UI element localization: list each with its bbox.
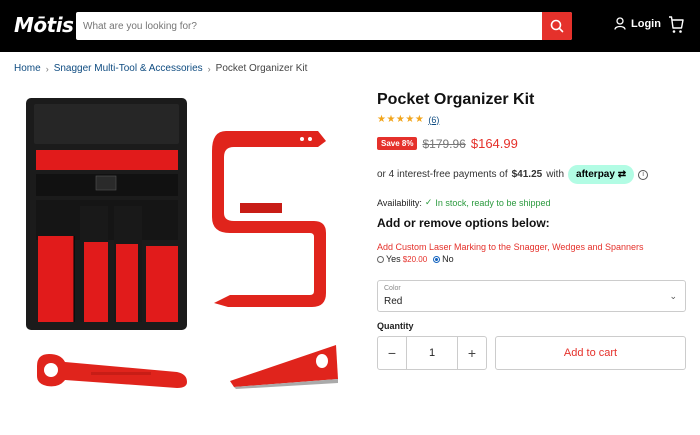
afterpay-logo[interactable]: afterpay ⇄	[568, 165, 635, 184]
quantity-increase-button[interactable]: +	[458, 337, 486, 369]
afterpay-brand: afterpay	[576, 169, 615, 180]
site-header: Mōtis Login	[0, 0, 700, 52]
quantity-decrease-button[interactable]: −	[378, 337, 406, 369]
availability: Availability: ✓ In stock, ready to be sh…	[377, 197, 550, 208]
user-icon	[614, 17, 626, 30]
breadcrumb-category[interactable]: Snagger Multi-Tool & Accessories	[54, 63, 203, 74]
afterpay-installments: or 4 interest-free payments of $41.25 wi…	[377, 165, 649, 184]
radio-no-label: No	[442, 254, 454, 264]
info-icon[interactable]: i	[638, 169, 649, 180]
availability-label: Availability:	[377, 197, 422, 208]
quantity-label: Quantity	[377, 321, 414, 331]
color-select-label: Color	[384, 285, 401, 292]
star-rating-icon: ★★★★★	[377, 114, 425, 125]
breadcrumb: Home › Snagger Multi-Tool & Accessories …	[14, 63, 307, 74]
door-wedge-image[interactable]	[226, 341, 340, 391]
organizer-bag-image[interactable]	[24, 96, 189, 332]
search-icon	[550, 19, 564, 33]
color-select[interactable]: Color Red ⌄	[377, 280, 686, 312]
quantity-stepper: − 1 +	[377, 336, 487, 370]
afterpay-arrows-icon: ⇄	[617, 169, 627, 180]
chevron-right-icon: ›	[207, 63, 211, 74]
product-rating: ★★★★★ (6)	[377, 114, 439, 125]
compare-at-price: $179.96	[422, 136, 466, 151]
radio-no[interactable]	[433, 255, 441, 263]
chevron-right-icon: ›	[45, 63, 49, 74]
save-badge: Save 8%	[377, 137, 418, 150]
product-title: Pocket Organizer Kit	[377, 91, 535, 108]
stock-status: In stock, ready to be shipped	[435, 197, 551, 208]
breadcrumb-current: Pocket Organizer Kit	[215, 63, 308, 74]
sale-price: $164.99	[470, 136, 518, 151]
add-to-cart-button[interactable]: Add to cart	[495, 336, 686, 370]
login-link[interactable]: Login	[614, 17, 661, 30]
radio-yes[interactable]	[377, 255, 384, 263]
price-row: Save 8% $179.96 $164.99	[377, 136, 518, 151]
radio-yes-option[interactable]: Yes $20.00	[377, 254, 427, 264]
radio-yes-label: Yes	[386, 254, 401, 264]
snagger-hook-image[interactable]	[206, 125, 346, 315]
afterpay-amount: $41.25	[511, 169, 543, 180]
cart-icon	[669, 16, 684, 33]
search-input[interactable]	[76, 12, 542, 40]
afterpay-text-post: with	[546, 169, 565, 180]
site-logo[interactable]: Mōtis	[14, 13, 74, 37]
cart-button[interactable]	[668, 16, 684, 39]
color-select-value: Red	[384, 296, 403, 307]
chevron-down-icon: ⌄	[669, 291, 677, 301]
options-heading: Add or remove options below:	[377, 216, 550, 230]
search-bar	[76, 12, 572, 40]
search-button[interactable]	[542, 12, 572, 40]
afterpay-text-pre: or 4 interest-free payments of	[377, 169, 508, 180]
spanner-wrench-image[interactable]	[31, 346, 191, 392]
laser-marking-label: Add Custom Laser Marking to the Snagger,…	[377, 242, 644, 252]
check-icon: ✓	[424, 197, 433, 207]
radio-no-option[interactable]: No	[433, 254, 454, 264]
quantity-input[interactable]: 1	[406, 337, 458, 369]
review-count-link[interactable]: (6)	[428, 115, 439, 125]
login-label: Login	[631, 17, 661, 30]
radio-yes-price: $20.00	[402, 254, 428, 264]
breadcrumb-home[interactable]: Home	[14, 63, 41, 74]
laser-marking-options: Yes $20.00 No	[377, 254, 454, 264]
